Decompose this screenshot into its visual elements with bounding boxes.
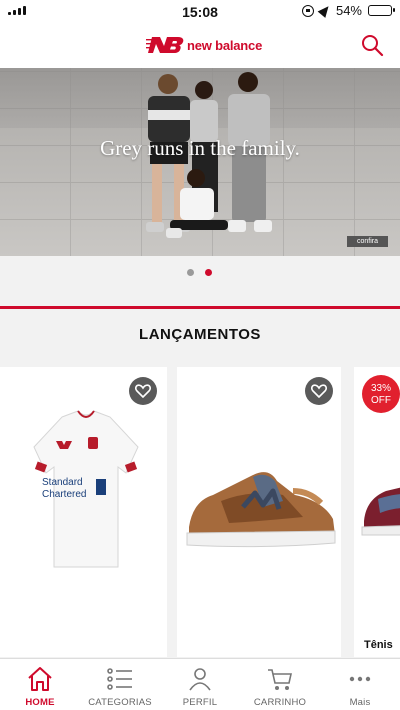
list-icon [107,668,132,690]
tab-carrinho[interactable]: CARRINHO [240,659,320,710]
product-name: Tênis [364,639,393,651]
product-image [186,472,336,548]
product-image [361,487,400,536]
tab-label: HOME [25,697,55,708]
more-icon [349,676,371,682]
jersey-sponsor-line2: Chartered [42,489,86,500]
favorite-button[interactable] [305,377,333,405]
battery-icon [368,5,395,16]
confira-button[interactable]: confira [346,236,388,247]
brand-logo[interactable]: new balance [146,34,262,56]
tab-categorias[interactable]: CATEGORIAS [80,659,160,710]
carousel-indicator [0,256,400,306]
section-title: LANÇAMENTOS [139,326,261,343]
person-icon [189,668,211,691]
home-icon [28,667,52,691]
jersey-sponsor-line1: Standard [42,477,83,488]
tab-mais[interactable]: Mais [320,659,400,710]
bottom-tab-bar: HOME CATEGORIAS PERFIL CARRINHO Mais [0,658,400,710]
hero-photo [146,72,272,238]
tab-label: CARRINHO [253,697,307,708]
status-bar: 15:08 54% [0,0,400,22]
brand-name: new balance [187,37,263,53]
tab-home[interactable]: HOME [0,659,80,710]
product-card[interactable]: Standard Chartered [0,367,167,657]
search-icon[interactable] [360,33,384,57]
tab-label: Mais [349,697,371,708]
product-image: Standard Chartered [33,410,139,568]
hero-banner[interactable]: Grey runs in the family. confira [0,68,400,256]
carousel-dot[interactable] [187,269,194,276]
product-card[interactable]: 33% OFF Tênis [354,367,400,657]
tab-perfil[interactable]: PERFIL [160,659,240,710]
rotation-lock-icon [301,4,314,17]
nb-logo-icon [146,37,184,53]
hero-headline: Grey runs in the family. [100,136,300,160]
location-icon [317,3,333,18]
app-header: new balance [0,22,400,68]
discount-value: 33% [370,383,391,394]
favorite-button[interactable] [129,377,157,405]
heart-outline-icon [135,384,151,398]
product-card[interactable] [177,367,341,657]
discount-badge: 33% OFF [362,375,400,413]
section-divider [0,306,400,309]
tab-label: CATEGORIAS [88,697,152,708]
carousel-dot-active[interactable] [205,269,212,276]
battery-percent: 54% [335,3,362,18]
tab-label: PERFIL [182,697,218,708]
heart-outline-icon [311,384,327,398]
discount-suffix: OFF [371,394,391,406]
cart-icon [268,669,292,690]
